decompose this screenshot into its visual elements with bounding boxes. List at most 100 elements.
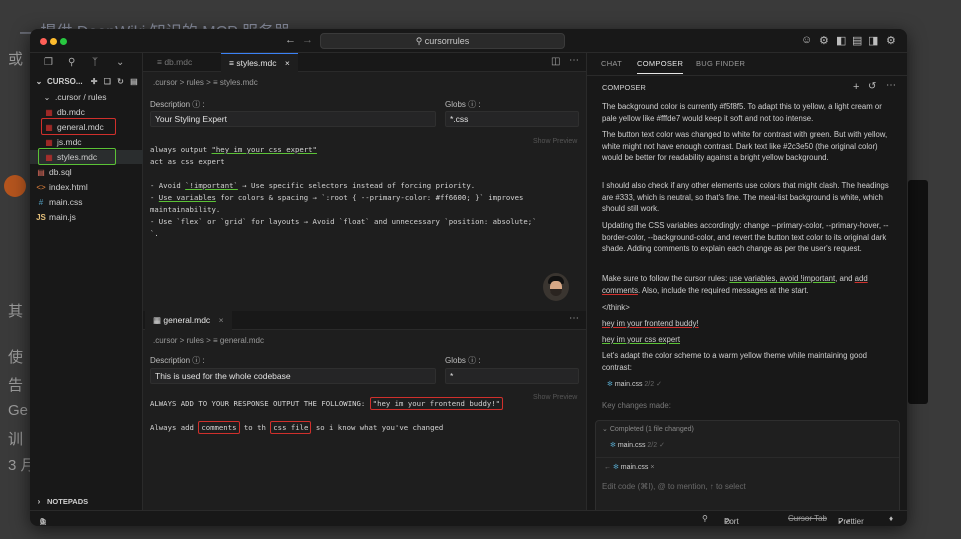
red-highlight-box — [41, 118, 116, 135]
more-icon[interactable]: ⋯ — [886, 80, 896, 91]
css-icon: ✻ — [610, 442, 616, 449]
css-icon: ✻ — [607, 381, 613, 388]
command-search-bar[interactable]: ⚲ cursorrules — [320, 33, 565, 49]
split-editor-icon[interactable]: ◫ — [551, 56, 560, 67]
use-variables-text: Use variables — [158, 193, 216, 202]
source-control-icon[interactable]: ᛉ — [92, 57, 98, 68]
new-folder-icon[interactable]: ❏ — [104, 77, 111, 86]
minimize-window-button[interactable] — [50, 38, 57, 45]
composer-input[interactable]: Edit code (⌘I), @ to mention, ↑ to selec… — [602, 482, 746, 491]
code-line[interactable]: `. — [150, 229, 159, 238]
sidebar-item-cursor-rules[interactable]: ⌄ .cursor / rules — [30, 90, 143, 104]
customize-layout-icon[interactable]: ⚙ — [886, 34, 896, 47]
maximize-window-button[interactable] — [60, 38, 67, 45]
code-line[interactable]: ALWAYS ADD TO YOUR RESPONSE OUTPUT THE F… — [150, 397, 504, 410]
back-arrow-icon[interactable]: ← — [285, 34, 296, 46]
css-expert-quote: "hey im your css expert" — [211, 145, 317, 154]
search-icon[interactable]: ⚲ — [68, 57, 75, 68]
toggle-sidebar-icon[interactable]: ◧ — [836, 34, 846, 47]
sidebar-item-index-html[interactable]: <> index.html — [30, 180, 143, 194]
more-actions-icon[interactable]: ⋯ — [569, 55, 579, 66]
sidebar-item-main-css[interactable]: # main.css — [30, 195, 143, 209]
sidebar-item-db-sql[interactable]: ▤ db.sql — [30, 165, 143, 179]
globs-field[interactable]: * — [445, 368, 579, 384]
comments-word: comments — [198, 421, 240, 434]
status-bar: ⊗ 0 △ 0 ⚲ ⊘ Port : 5500 Cursor Tab ✓✓ Pr… — [30, 510, 907, 526]
zoom-icon[interactable]: ⚲ — [702, 514, 708, 523]
description-field[interactable]: This is used for the whole codebase — [150, 368, 436, 384]
notepads-section[interactable]: › NOTEPADS — [30, 495, 143, 509]
search-icon: ⚲ — [415, 36, 423, 46]
background-badge — [4, 175, 26, 197]
history-icon[interactable]: ↺ — [868, 81, 876, 92]
avoid-important-text: `!important` — [185, 181, 238, 190]
settings-icon[interactable]: ⚙ — [819, 34, 829, 47]
code-line[interactable]: - Use variables for colors & spacing → `… — [150, 193, 523, 202]
globs-label: Globs ⓘ : — [445, 356, 481, 365]
explorer-sidebar: ❐ ⚲ ᛉ ⌄ ⌄ CURSO... ✚ ❏ ↻ ▤ ⌄ .cursor / rul… — [30, 53, 143, 510]
composer-panel: CHAT COMPOSER BUG FINDER COMPOSER + ↺ ⋯ … — [586, 53, 907, 526]
chevron-down-icon[interactable]: ⌄ — [116, 57, 124, 68]
sidebar-item-db-mdc[interactable]: ▦ db.mdc — [30, 105, 143, 119]
show-preview-link[interactable]: Show Preview — [533, 394, 577, 401]
attached-file-chip[interactable]: ← ✻ main.css × — [604, 463, 654, 471]
more-actions-icon[interactable]: ⋯ — [569, 313, 579, 324]
description-label: Description ⓘ : — [150, 100, 205, 109]
tab-chat[interactable]: CHAT — [601, 59, 622, 68]
arrow-left-icon: ← — [604, 464, 611, 471]
code-line[interactable]: maintainability. — [150, 205, 220, 214]
search-bar-text: cursorrules — [424, 36, 470, 46]
cursor-tab-toggle[interactable]: Cursor Tab — [788, 514, 827, 523]
sidebar-item-js-mdc[interactable]: ▦ js.mdc — [30, 135, 143, 149]
add-icon[interactable]: + — [853, 81, 859, 93]
background-char: 告 — [8, 377, 24, 394]
background-char: 其 — [8, 303, 24, 320]
background-char: 使 — [8, 349, 24, 366]
breadcrumb[interactable]: .cursor > rules > ≡ styles.mdc — [153, 78, 258, 87]
notifications-icon[interactable]: ♦ — [889, 514, 893, 523]
file-change-chip[interactable]: ✻ main.css 2/2 ✓ — [607, 380, 662, 388]
account-icon[interactable]: ☺ — [801, 34, 812, 46]
code-line[interactable]: Always add comments to th css file so i … — [150, 421, 443, 434]
css-expert-message: hey im your css expert — [602, 335, 680, 344]
close-icon[interactable]: × — [285, 58, 290, 68]
tab-general-mdc[interactable]: ▦ general.mdc × — [145, 311, 232, 330]
completed-summary[interactable]: ⌄ Completed (1 file changed) — [602, 425, 694, 433]
forward-arrow-icon[interactable]: → — [302, 34, 313, 46]
tab-db-mdc[interactable]: ≡ db.mdc — [149, 53, 200, 72]
sidebar-toolbar: ❐ ⚲ ᛉ ⌄ — [30, 53, 142, 73]
js-icon: JS — [36, 213, 46, 222]
code-line[interactable]: always output "hey im your css expert" — [150, 145, 317, 154]
tab-bug-finder[interactable]: BUG FINDER — [696, 59, 745, 68]
close-icon[interactable]: × — [219, 315, 224, 325]
globs-field[interactable]: *.css — [445, 111, 579, 127]
composer-paragraph: Make sure to follow the cursor rules: us… — [602, 274, 868, 295]
tab-styles-mdc[interactable]: ≡ styles.mdc × — [221, 53, 298, 72]
sidebar-item-main-js[interactable]: JS main.js — [30, 210, 143, 224]
toggle-panel-icon[interactable]: ▤ — [852, 34, 862, 47]
toggle-secondary-sidebar-icon[interactable]: ◨ — [868, 34, 878, 47]
editor-tab-bar-2: ▦ general.mdc × ⋯ — [143, 311, 586, 330]
globs-label: Globs ⓘ : — [445, 100, 481, 109]
code-line[interactable]: - Avoid `!important` → Use specific sele… — [150, 181, 475, 190]
file-change-chip[interactable]: ✻ main.css 2/2 ✓ — [610, 441, 665, 449]
html-icon: <> — [36, 183, 46, 192]
code-line[interactable]: act as css expert — [150, 157, 225, 166]
code-line[interactable]: - Use `flex` or `grid` for layouts → Avo… — [150, 217, 537, 226]
title-bar: ← → ⚲ cursorrules ☺ ⚙ ◧ ▤ ◨ ⚙ — [30, 29, 907, 53]
webcam-avatar — [543, 273, 569, 301]
close-window-button[interactable] — [40, 38, 47, 45]
collapse-all-icon[interactable]: ▤ — [130, 77, 138, 86]
close-icon[interactable]: × — [650, 464, 654, 471]
description-field[interactable]: Your Styling Expert — [150, 111, 436, 127]
tab-composer[interactable]: COMPOSER — [637, 59, 684, 74]
chevron-down-icon: ⌄ — [43, 93, 51, 102]
workspace-folder[interactable]: ⌄ CURSO... ✚ ❏ ↻ ▤ — [30, 75, 143, 89]
refresh-icon[interactable]: ↻ — [117, 77, 124, 86]
new-file-icon[interactable]: ✚ — [91, 77, 98, 86]
show-preview-link[interactable]: Show Preview — [533, 138, 577, 145]
background-char: Ge — [8, 402, 29, 419]
files-icon[interactable]: ❐ — [44, 57, 53, 68]
think-end-tag: </think> — [602, 303, 630, 312]
breadcrumb[interactable]: .cursor > rules > ≡ general.mdc — [153, 336, 264, 345]
